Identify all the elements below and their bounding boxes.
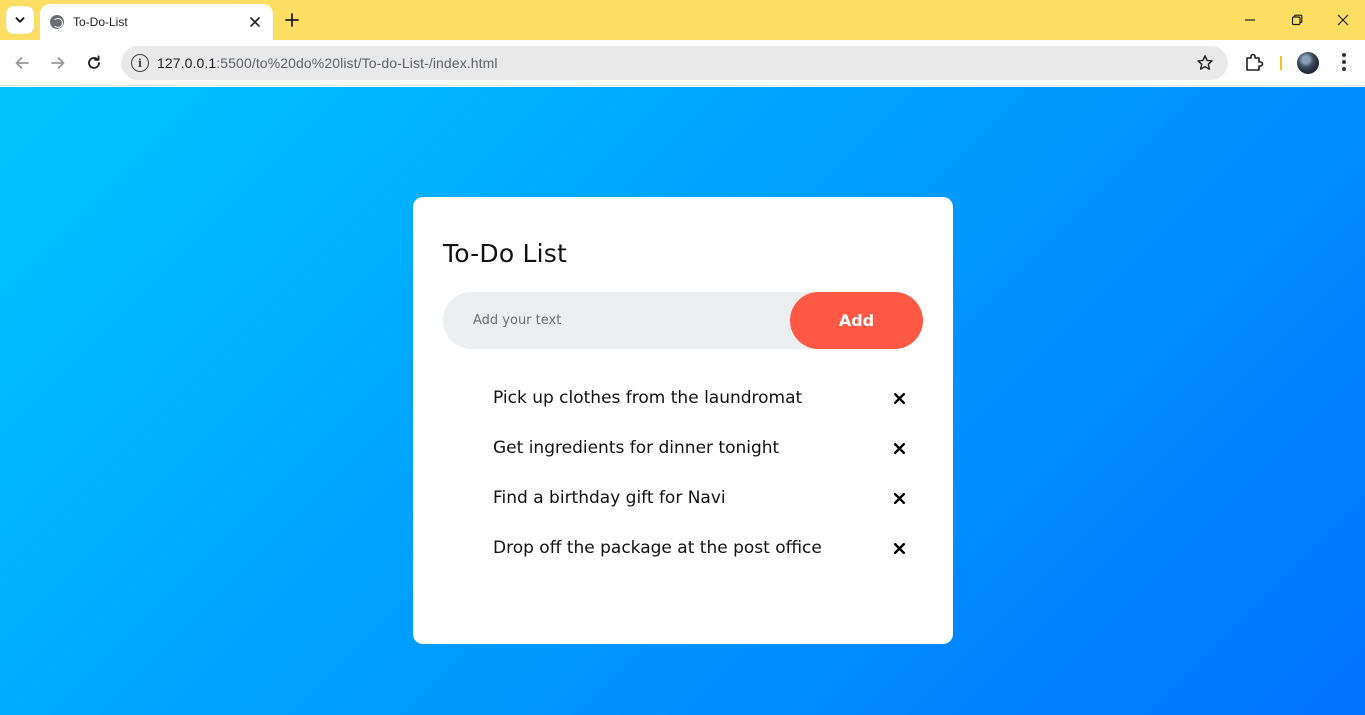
forward-button[interactable]: [44, 49, 72, 77]
input-row: Add: [443, 292, 923, 349]
close-icon: [893, 542, 905, 554]
minimize-button[interactable]: [1236, 6, 1264, 34]
window-close-button[interactable]: [1329, 6, 1357, 34]
close-icon: [893, 442, 905, 454]
site-info-icon[interactable]: i: [131, 54, 149, 72]
page-viewport: To-Do List Add Pick up clothes from the …: [0, 87, 1365, 715]
globe-icon: [50, 15, 64, 29]
task-text: Drop off the package at the post office: [493, 538, 822, 558]
task-item[interactable]: Pick up clothes from the laundromat: [443, 379, 923, 429]
remove-task-button[interactable]: [887, 436, 911, 460]
url-text[interactable]: 127.0.0.1:5500/to%20do%20list/To-do-List…: [157, 55, 498, 71]
close-icon: [893, 492, 905, 504]
active-tab[interactable]: To-Do-List: [40, 4, 273, 40]
task-list: Pick up clothes from the laundromat Get …: [443, 379, 923, 579]
minimize-icon: [1245, 19, 1255, 21]
task-text: Get ingredients for dinner tonight: [493, 438, 780, 458]
tab-list-button[interactable]: [6, 6, 34, 34]
task-item[interactable]: Get ingredients for dinner tonight: [443, 429, 923, 479]
task-input[interactable]: [443, 292, 783, 349]
tab-close-button[interactable]: [247, 14, 263, 30]
reload-button[interactable]: [80, 49, 108, 77]
url-path: :5500/to%20do%20list/To-do-List-/index.h…: [216, 55, 498, 71]
todo-card: To-Do List Add Pick up clothes from the …: [413, 197, 953, 644]
add-button[interactable]: Add: [790, 292, 923, 349]
close-icon: [893, 392, 905, 404]
back-icon: [15, 57, 29, 69]
url-host: 127.0.0.1: [157, 55, 217, 71]
restore-icon: [1291, 14, 1303, 26]
close-icon: [250, 17, 260, 27]
tab-title: To-Do-List: [73, 15, 128, 29]
star-icon[interactable]: [1196, 54, 1214, 72]
task-item[interactable]: Drop off the package at the post office: [443, 529, 923, 579]
window-close-icon: [1337, 14, 1349, 26]
remove-task-button[interactable]: [887, 486, 911, 510]
plus-icon: [285, 13, 299, 27]
page-title: To-Do List: [443, 239, 567, 268]
extensions-icon[interactable]: [1243, 51, 1265, 73]
profile-avatar[interactable]: [1297, 52, 1319, 74]
task-text: Find a birthday gift for Navi: [493, 488, 726, 508]
reload-icon: [88, 55, 100, 69]
new-tab-button[interactable]: [282, 10, 302, 30]
task-item[interactable]: Find a birthday gift for Navi: [443, 479, 923, 529]
restore-button[interactable]: [1283, 6, 1311, 34]
browser-toolbar: i 127.0.0.1:5500/to%20do%20list/To-do-Li…: [0, 40, 1365, 86]
back-button[interactable]: [8, 49, 36, 77]
toolbar-divider: [1280, 56, 1282, 70]
address-bar[interactable]: i 127.0.0.1:5500/to%20do%20list/To-do-Li…: [121, 46, 1228, 80]
chevron-down-icon: [15, 17, 25, 23]
forward-icon: [51, 57, 65, 69]
remove-task-button[interactable]: [887, 386, 911, 410]
remove-task-button[interactable]: [887, 536, 911, 560]
tab-strip: To-Do-List: [0, 0, 1365, 40]
menu-icon[interactable]: [1334, 51, 1354, 73]
task-text: Pick up clothes from the laundromat: [493, 388, 803, 408]
